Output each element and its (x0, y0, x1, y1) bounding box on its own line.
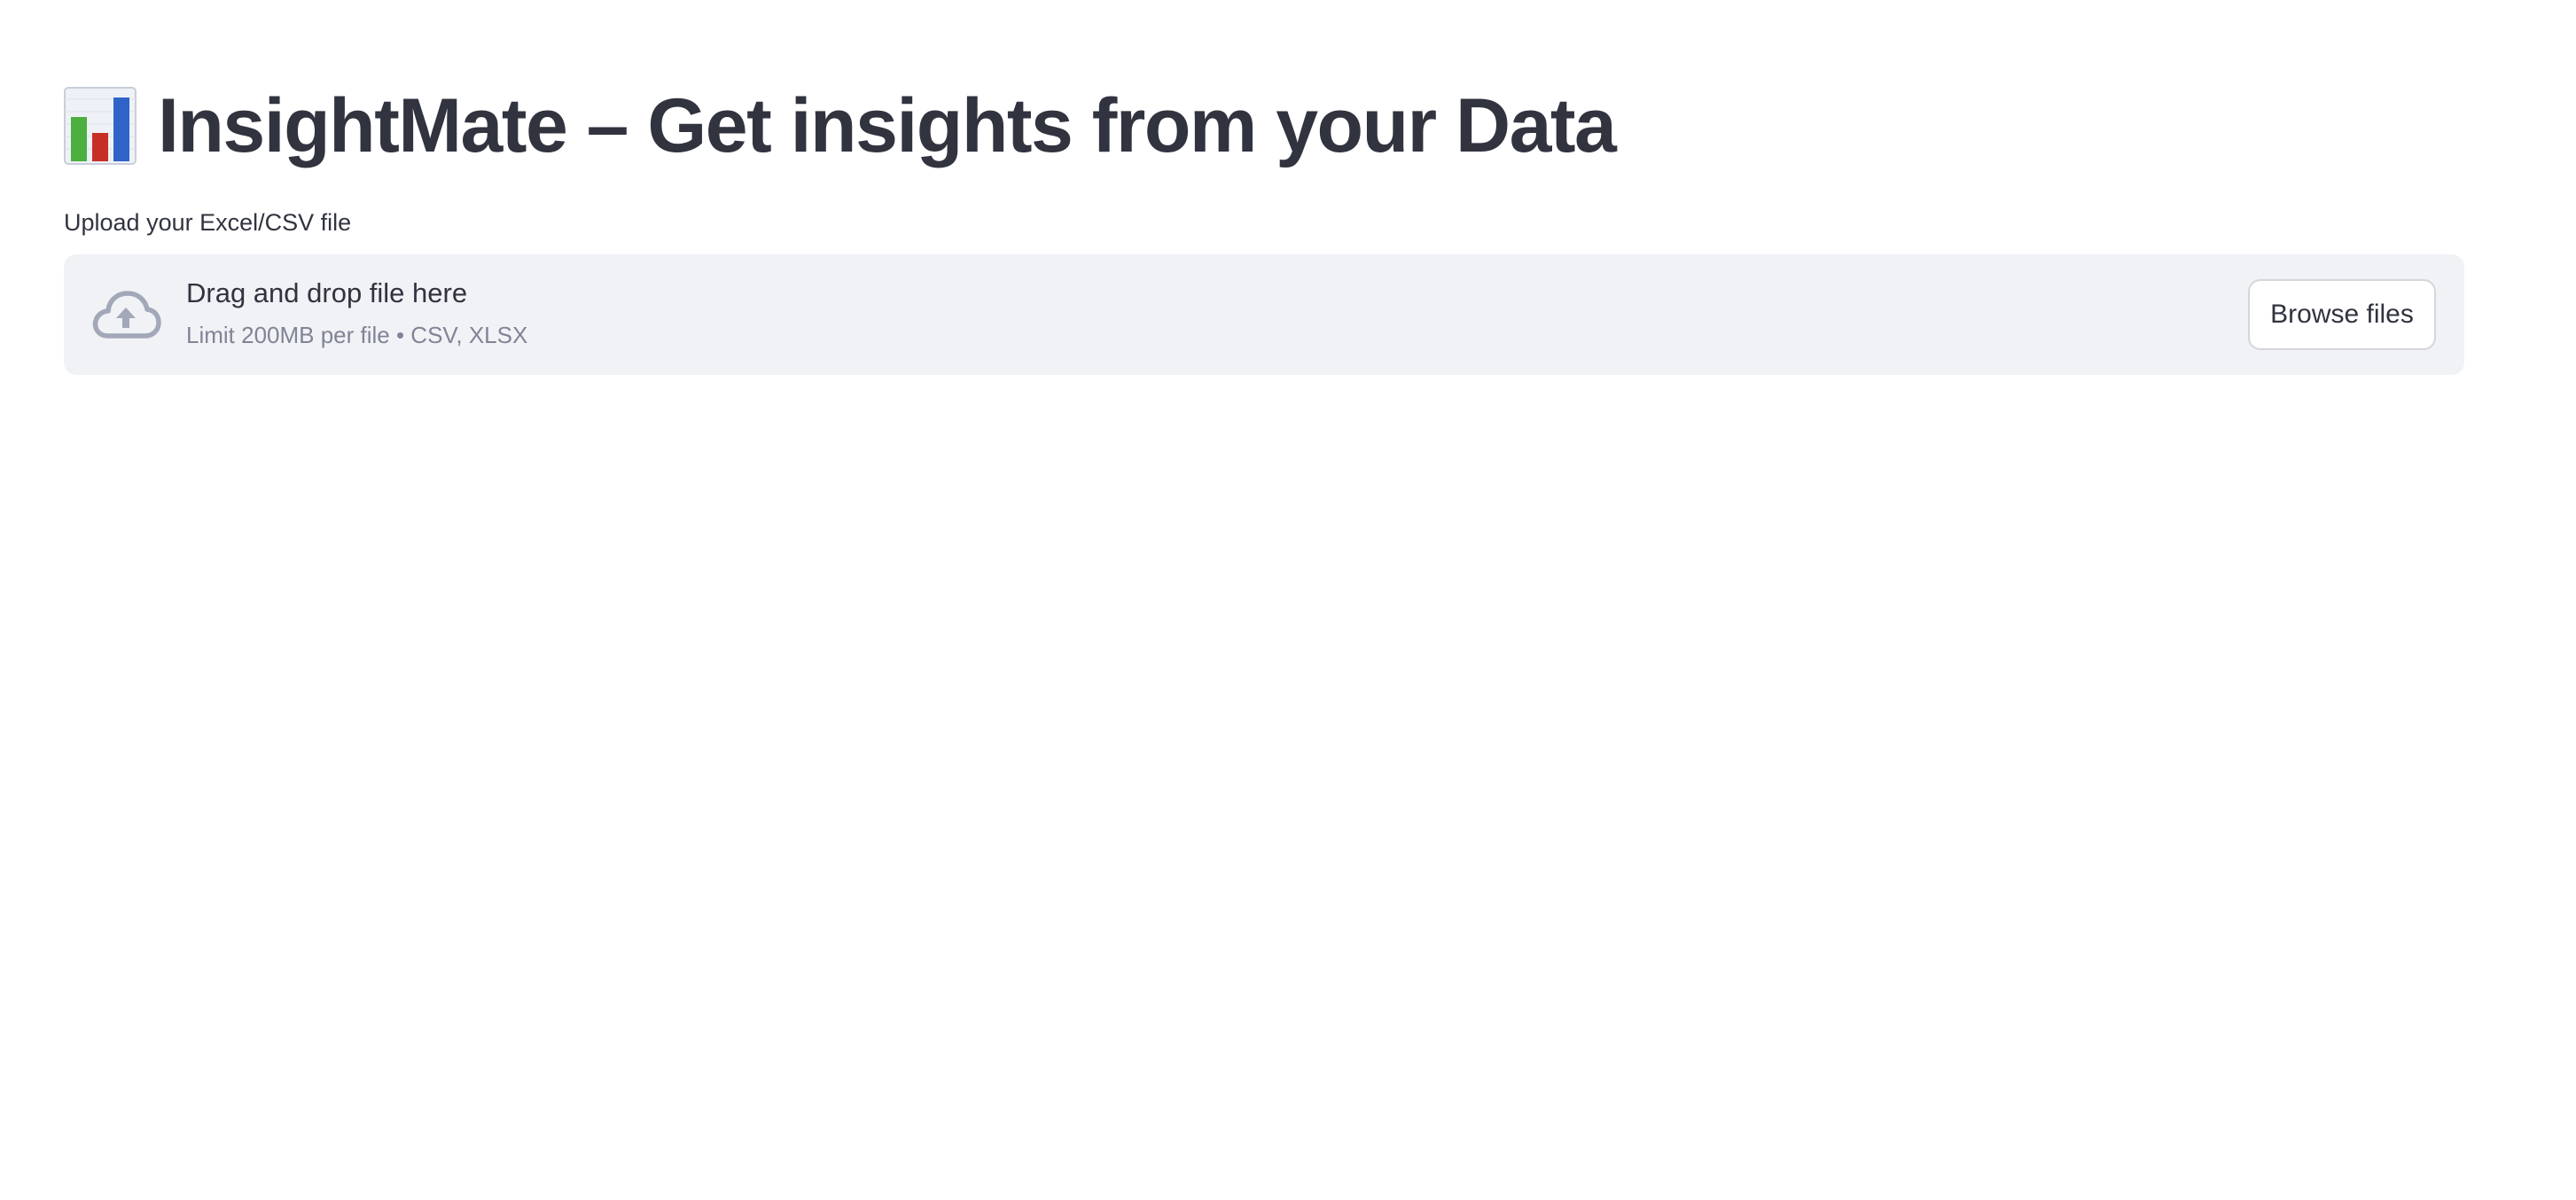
page-title: InsightMate – Get insights from your Dat… (158, 83, 1617, 168)
file-dropzone[interactable]: Drag and drop file here Limit 200MB per … (64, 254, 2464, 375)
dropzone-limit: Limit 200MB per file • CSV, XLSX (186, 322, 528, 348)
dropzone-instruction: Drag and drop file here (186, 277, 468, 308)
upload-label: Upload your Excel/CSV file (64, 209, 352, 236)
cloud-upload-icon (92, 291, 161, 339)
browse-files-button[interactable]: Browse files (2248, 279, 2436, 350)
bar-chart-icon (64, 87, 137, 165)
title-row: InsightMate – Get insights from your Dat… (64, 82, 1617, 170)
